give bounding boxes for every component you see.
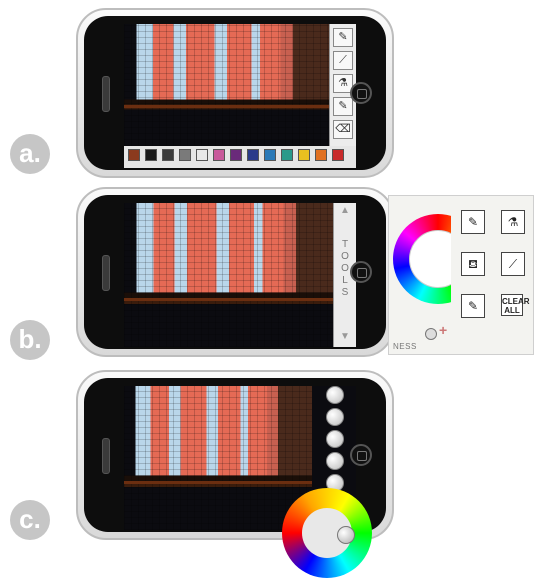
clear-all-line2: ALL	[504, 306, 520, 315]
tool-bubble-icon[interactable]	[326, 430, 344, 448]
clear-all-line1: CLEAR	[502, 297, 530, 306]
color-swatch[interactable]	[264, 149, 276, 161]
color-swatch[interactable]	[315, 149, 327, 161]
brightness-plus-icon[interactable]: +	[439, 322, 447, 338]
color-arc-knob[interactable]	[337, 526, 355, 544]
color-swatch[interactable]	[247, 149, 259, 161]
tool-bubble-icon[interactable]	[326, 386, 344, 404]
tools-letter: O	[341, 251, 349, 262]
color-swatch[interactable]	[162, 149, 174, 161]
building-photo[interactable]	[124, 203, 334, 347]
phone-b-screen: ▲ T O O L S ▼	[124, 203, 356, 347]
up-arrow-icon[interactable]: ▲	[340, 205, 350, 216]
down-arrow-icon[interactable]: ▼	[340, 331, 350, 342]
home-button-icon[interactable]	[350, 444, 372, 466]
pencil-tool-icon[interactable]: ✎	[333, 28, 353, 47]
color-swatch[interactable]	[298, 149, 310, 161]
home-button-icon[interactable]	[350, 261, 372, 283]
tool-panel: ✎ ⚗ ⛾ ⟋ ✎ CLEAR ALL + NESS	[388, 195, 534, 355]
tools-letter: L	[342, 275, 348, 286]
color-swatch[interactable]	[281, 149, 293, 161]
phone-b-body: ▲ T O O L S ▼	[84, 195, 386, 349]
home-button-icon[interactable]	[350, 82, 372, 104]
clear-all-button[interactable]: CLEAR ALL	[501, 294, 530, 316]
building-photo[interactable]	[124, 24, 330, 146]
brightness-slider-knob[interactable]	[425, 328, 437, 340]
tool-bubble-icon[interactable]	[326, 452, 344, 470]
phone-a-body: ✎ ⟋ ⚗ ✎ ⌫	[84, 16, 386, 170]
tool-bubble-icon[interactable]	[326, 408, 344, 426]
speaker-icon	[102, 438, 110, 474]
brush-tool-icon[interactable]: ✎	[461, 294, 485, 318]
speaker-icon	[102, 255, 110, 291]
label-c: c.	[10, 500, 50, 540]
eyedropper-tool-icon[interactable]: ⟋	[333, 51, 353, 70]
color-wheel[interactable]	[393, 214, 451, 304]
tools-letter: S	[341, 287, 349, 298]
color-swatch[interactable]	[145, 149, 157, 161]
phone-a-screen: ✎ ⟋ ⚗ ✎ ⌫	[124, 24, 356, 168]
color-swatch[interactable]	[230, 149, 242, 161]
label-a: a.	[10, 134, 50, 174]
eyedropper-tool-icon[interactable]: ⟋	[501, 252, 525, 276]
phone-b: ▲ T O O L S ▼	[76, 187, 394, 357]
color-swatch[interactable]	[332, 149, 344, 161]
spray-tool-icon[interactable]: ⚗	[501, 210, 525, 234]
color-swatch[interactable]	[196, 149, 208, 161]
speaker-icon	[102, 76, 110, 112]
tools-letter: T	[341, 239, 349, 250]
color-palette	[124, 146, 356, 168]
label-b: b.	[10, 320, 50, 360]
bucket-tool-icon[interactable]: ⛾	[461, 252, 485, 276]
pencil-tool-icon[interactable]: ✎	[461, 210, 485, 234]
brush-tool-icon[interactable]: ✎	[333, 97, 353, 116]
color-swatch[interactable]	[213, 149, 225, 161]
brightness-label: NESS	[393, 342, 417, 351]
eraser-tool-icon[interactable]: ⌫	[333, 120, 353, 139]
color-swatch[interactable]	[128, 149, 140, 161]
color-arc[interactable]	[272, 478, 382, 588]
phone-a: ✎ ⟋ ⚗ ✎ ⌫	[76, 8, 394, 178]
color-swatch[interactable]	[179, 149, 191, 161]
